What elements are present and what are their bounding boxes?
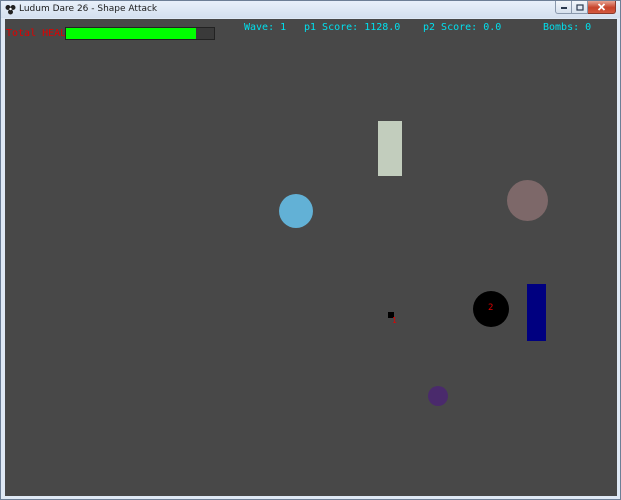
maximize-button[interactable] [572,1,588,14]
player2-label: 2 [488,303,494,313]
p1-score: p1 Score: 1128.0 [304,22,401,33]
enemy-circle-blue [279,194,313,228]
p2-score: p2 Score: 0.0 [423,22,502,33]
app-icon [5,5,16,15]
minimize-button[interactable] [555,1,572,14]
enemy-rectangle-navy [527,284,546,341]
health-bar [65,27,215,40]
bombs-counter: Bombs: 0 [543,22,592,33]
health-bar-fill [66,28,197,39]
game-window: Ludum Dare 26 - Shape Attack Total HEALT… [0,0,621,500]
player1-label: 1 [392,316,397,325]
enemy-circle-mauve [507,180,548,221]
wave-counter: Wave: 1 [244,22,287,33]
window-title: Ludum Dare 26 - Shape Attack [19,4,158,14]
window-controls [555,1,616,15]
close-icon [597,3,606,11]
game-canvas[interactable]: Total HEALTH Wave: 1 p1 Score: 1128.0 p2… [5,19,617,496]
enemy-rectangle-pale [378,121,402,176]
title-bar[interactable]: Ludum Dare 26 - Shape Attack [1,1,620,18]
maximize-icon [575,3,584,11]
enemy-circle-purple [428,386,448,406]
close-button[interactable] [588,1,616,14]
minimize-icon [560,7,567,9]
player2-circle: 2 [473,291,509,327]
